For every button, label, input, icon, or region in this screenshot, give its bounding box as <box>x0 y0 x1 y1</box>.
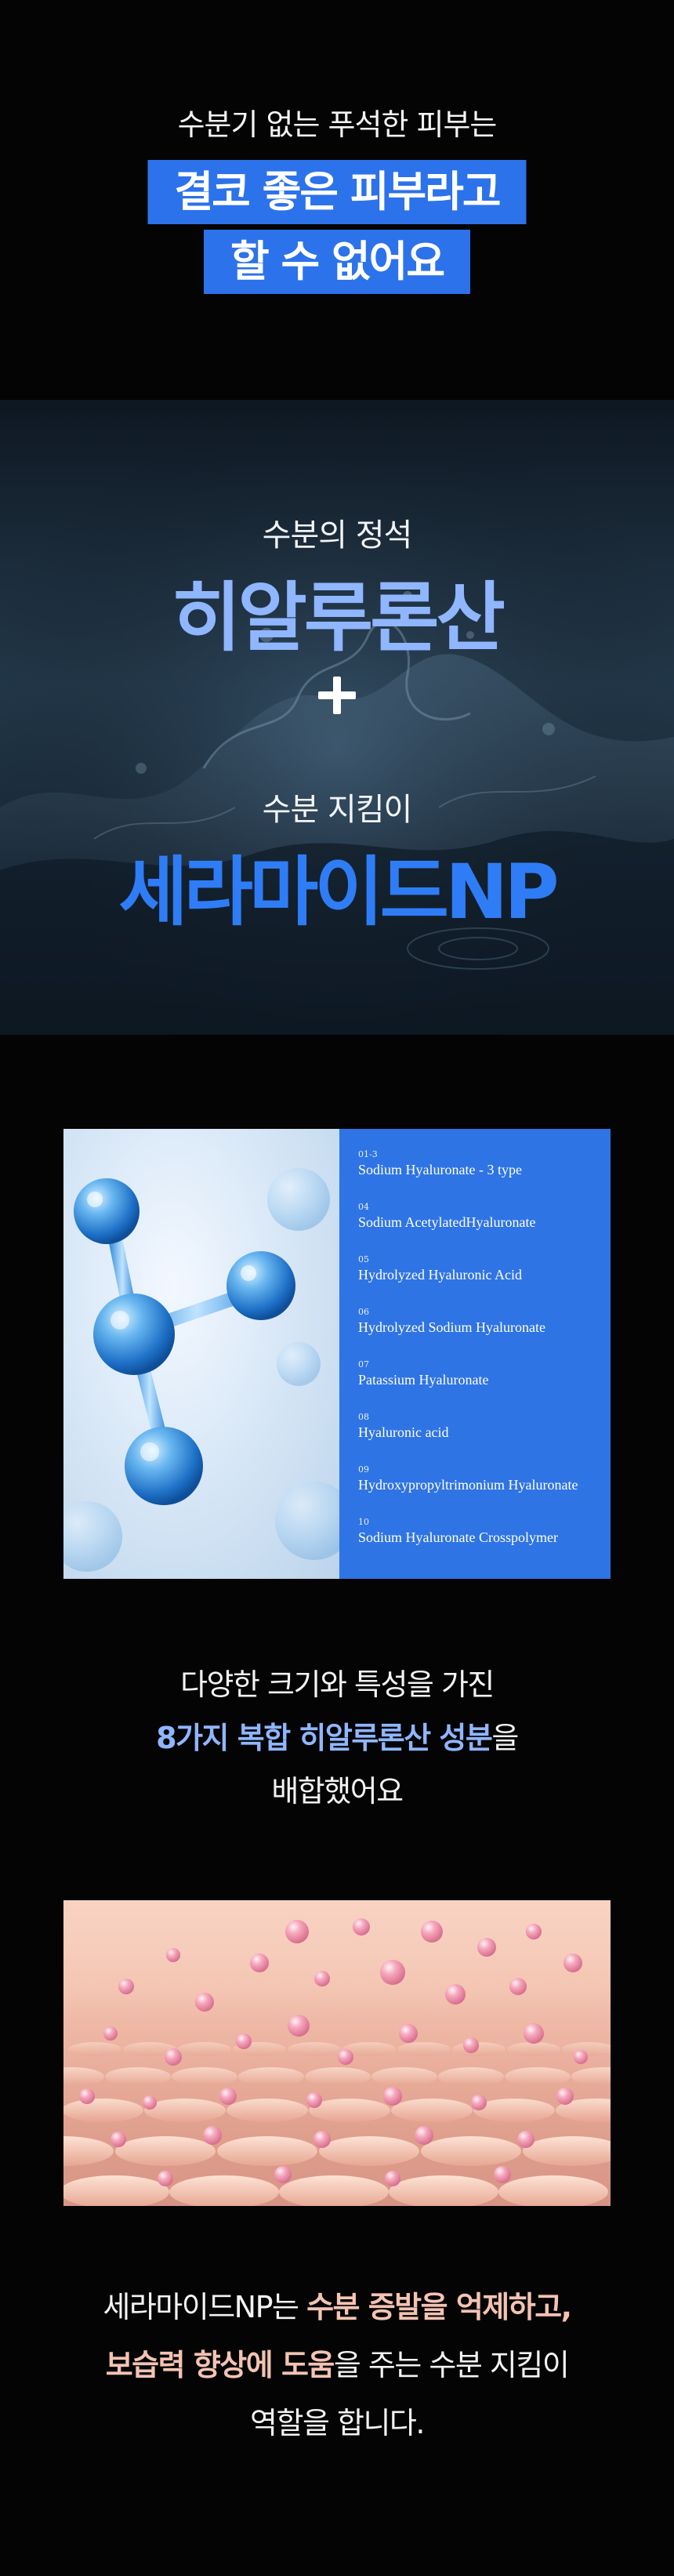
intro-headline-line1: 결코 좋은 피부라고 <box>147 160 527 224</box>
ceramide-desc-subject: 세라마이드NP는 <box>103 2290 307 2324</box>
ingredient-name: Hydroxypropyltrimonium Hyaluronate <box>358 1477 578 1493</box>
hyaluronic-title: 히알루론산 <box>172 574 506 662</box>
ingredient-number: 04 <box>358 1202 369 1212</box>
ceramide-label: 수분 지킴이 <box>262 792 413 828</box>
ceramide-title: 세라마이드NP <box>118 848 559 936</box>
ingredient-name: Sodium AcetylatedHyaluronate <box>358 1214 536 1230</box>
ingredient-name: Hyaluronic acid <box>358 1424 449 1440</box>
hyaluronic-desc-accent: 8가지 복합 히알루론산 성분 <box>156 1721 493 1755</box>
ceramide-desc-line2: 보습력 향상에 도움을 주는 수분 지킴이 <box>0 2341 674 2384</box>
ingredient-number: 09 <box>358 1464 369 1475</box>
intro-headline-line2: 할 수 없어요 <box>204 230 470 294</box>
ceramide-desc-rest: 을 주는 수분 지킴이 <box>333 2348 570 2382</box>
hyaluronic-desc-line2: 8가지 복합 히알루론산 성분을 <box>0 1714 674 1757</box>
ingredient-item: 08 Hyaluronic acid <box>358 1412 611 1464</box>
skin-barrier-image <box>63 1900 611 2206</box>
ingredient-number: 06 <box>358 1307 369 1317</box>
ceramide-desc-accent1: 수분 증발을 억제하고, <box>306 2290 572 2324</box>
ingredient-name: Hydrolyzed Hyaluronic Acid <box>358 1267 522 1283</box>
hyaluronic-desc-line1: 다양한 크기와 특성을 가진 <box>180 1667 495 1702</box>
hyaluronic-desc-particle: 을 <box>491 1721 519 1755</box>
hyaluronic-desc-line3: 배합했어요 <box>271 1774 404 1809</box>
ingredient-list: 01-3 Sodium Hyaluronate - 3 type 04 Sodi… <box>339 1129 611 1579</box>
ingredient-number: 07 <box>358 1359 369 1370</box>
molecule-image <box>63 1129 353 1579</box>
ingredient-number: 05 <box>358 1254 369 1264</box>
ingredient-item: 05 Hydrolyzed Hyaluronic Acid <box>358 1254 611 1307</box>
ingredient-item: 06 Hydrolyzed Sodium Hyaluronate <box>358 1307 611 1359</box>
ingredient-number: 10 <box>358 1517 369 1527</box>
ceramide-desc-line3: 역할을 합니다. <box>250 2406 425 2440</box>
ingredient-item: 09 Hydroxypropyltrimonium Hyaluronate <box>358 1464 611 1517</box>
ingredient-item: 01-3 Sodium Hyaluronate - 3 type <box>358 1149 611 1202</box>
hyaluronic-label: 수분의 정석 <box>262 517 413 553</box>
product-detail-page: 수분기 없는 푸석한 피부는 결코 좋은 피부라고 할 수 없어요 수분의 정석… <box>0 0 674 2576</box>
plus-icon <box>318 677 356 714</box>
water-section: 수분의 정석 히알루론산 수분 지킴이 세라마이드NP <box>0 400 674 1035</box>
ingredient-name: Patassium Hyaluronate <box>358 1372 489 1388</box>
ingredient-number: 01-3 <box>358 1149 378 1159</box>
ingredient-item: 07 Patassium Hyaluronate <box>358 1359 611 1412</box>
ingredient-item: 10 Sodium Hyaluronate Crosspolymer <box>358 1517 611 1569</box>
ingredient-name: Hydrolyzed Sodium Hyaluronate <box>358 1319 545 1335</box>
intro-subtitle: 수분기 없는 푸석한 피부는 <box>177 107 498 142</box>
ingredients-card: 01-3 Sodium Hyaluronate - 3 type 04 Sodi… <box>63 1129 611 1579</box>
intro-section: 수분기 없는 푸석한 피부는 결코 좋은 피부라고 할 수 없어요 <box>0 0 674 400</box>
ingredient-number: 08 <box>358 1412 369 1422</box>
ceramide-desc-accent2: 보습력 향상에 도움 <box>105 2348 335 2382</box>
ingredient-item: 04 Sodium AcetylatedHyaluronate <box>358 1202 611 1254</box>
ingredient-name: Sodium Hyaluronate - 3 type <box>358 1162 522 1177</box>
ceramide-desc-line1: 세라마이드NP는 수분 증발을 억제하고, <box>0 2283 674 2326</box>
ingredient-name: Sodium Hyaluronate Crosspolymer <box>358 1529 558 1545</box>
